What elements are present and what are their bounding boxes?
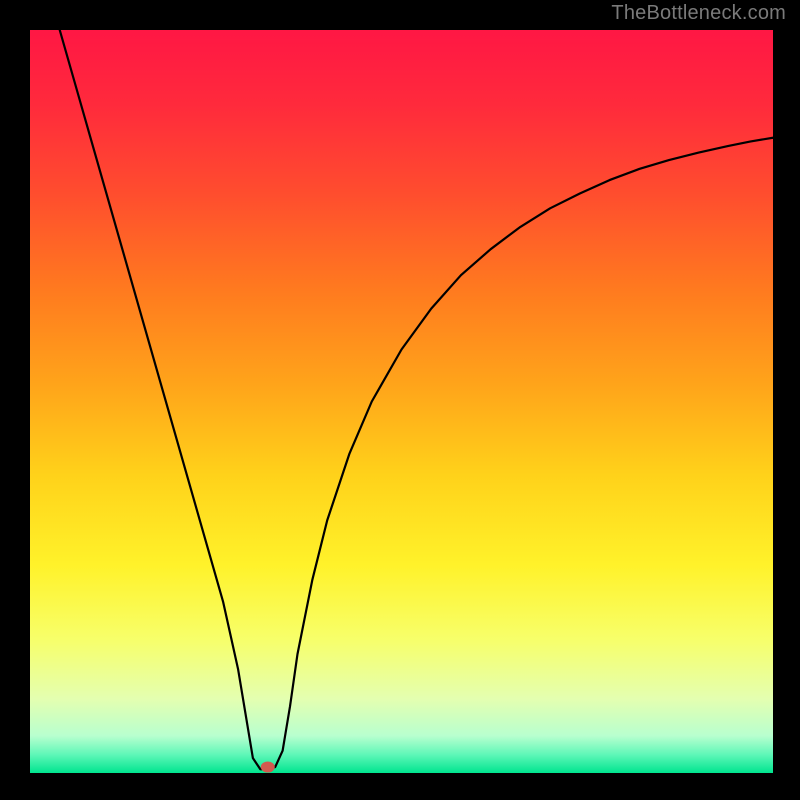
chart-stage: TheBottleneck.com [0,0,800,800]
plot-background [30,30,773,773]
bottleneck-chart [0,0,800,800]
optimal-point-marker [261,762,275,773]
